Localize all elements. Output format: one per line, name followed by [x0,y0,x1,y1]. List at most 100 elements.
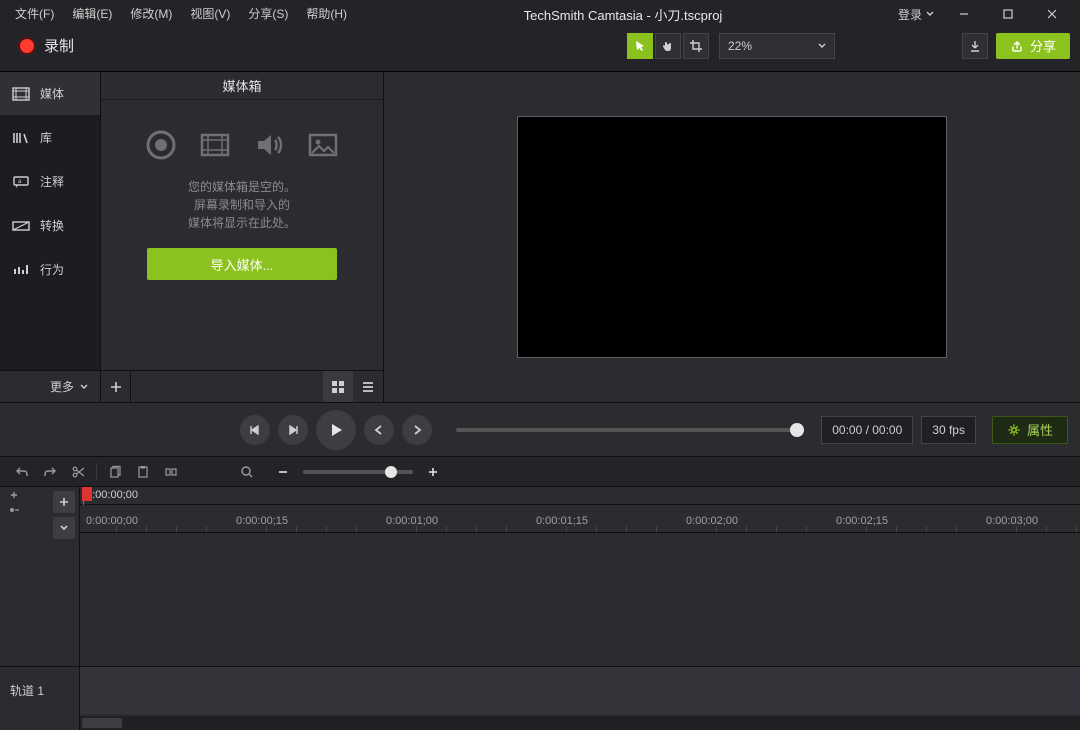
timeline-scroll-thumb[interactable] [82,718,122,728]
add-track-button[interactable] [53,491,75,513]
preview-canvas[interactable] [517,116,947,358]
redo-button[interactable] [40,462,60,482]
tool-cursor[interactable] [627,33,653,59]
menu-modify[interactable]: 修改(M) [121,0,181,28]
behavior-icon [12,263,30,277]
track-label[interactable]: 轨道 1 [0,666,79,714]
record-icon [18,37,36,55]
zoom-in-button[interactable] [423,462,443,482]
ruler-label: 0:00:02;00 [686,515,738,527]
cut-button[interactable] [68,462,88,482]
workspace: 媒体 库 a 注释 转换 行为 更多 媒体箱 [0,72,1080,402]
split-icon [164,465,178,479]
transition-icon [12,219,30,233]
tracks-area[interactable] [80,533,1080,730]
menu-view[interactable]: 视图(V) [181,0,239,28]
timeline-content[interactable]: 0:00:00;00 0:00:00;000:00:00;150:00:01;0… [80,487,1080,730]
login-label: 登录 [898,6,922,23]
login-link[interactable]: 登录 [890,6,942,23]
menu-file[interactable]: 文件(F) [6,0,63,28]
sidebar-item-label: 行为 [40,261,64,278]
undo-button[interactable] [12,462,32,482]
media-bin-panel: 媒体箱 您的媒体箱是空的。 屏幕录制和导入的 媒体将显示在此处。 导入媒体... [100,72,384,402]
empty-state-text: 您的媒体箱是空的。 屏幕录制和导入的 媒体将显示在此处。 [188,178,296,232]
marker-add-icon[interactable] [8,491,20,501]
marker-point-icon[interactable] [8,505,20,515]
menu-help[interactable]: 帮助(H) [297,0,356,28]
ruler-label: 0:00:00;15 [236,515,288,527]
import-media-button[interactable]: 导入媒体... [147,248,337,280]
next-clip-button[interactable] [402,415,432,445]
sidebar-item-annotations[interactable]: a 注释 [0,160,100,204]
hand-icon [661,39,675,53]
sidebar: 媒体 库 a 注释 转换 行为 更多 [0,72,100,402]
paste-icon [136,465,150,479]
copy-button[interactable] [105,462,125,482]
share-button[interactable]: 分享 [996,33,1070,59]
window-minimize[interactable] [942,0,986,28]
timeline-head: 0:00:00;00 [80,487,1080,505]
play-icon [327,421,345,439]
time-display: 00:00 / 00:00 [821,416,913,444]
zoom-out-button[interactable] [273,462,293,482]
crop-icon [689,39,703,53]
play-button[interactable] [316,410,356,450]
copy-icon [108,465,122,479]
view-grid-button[interactable] [323,371,353,403]
playback-bar: 00:00 / 00:00 30 fps 属性 [0,402,1080,456]
grid-icon [331,380,345,394]
window-close[interactable] [1030,0,1074,28]
collapse-tracks-button[interactable] [53,517,75,539]
clip-icon [12,87,30,101]
menu-bar: 文件(F) 编辑(E) 修改(M) 视图(V) 分享(S) 帮助(H) Tech… [0,0,1080,28]
canvas-zoom-select[interactable]: 22% [719,33,835,59]
timeline-ruler[interactable]: 0:00:00;000:00:00;150:00:01;000:00:01;15… [80,505,1080,533]
image-icon [306,128,340,162]
sidebar-item-library[interactable]: 库 [0,116,100,160]
plus-icon [58,496,70,508]
search-icon [240,465,254,479]
tool-crop[interactable] [683,33,709,59]
playhead-flag-icon [82,487,92,501]
chevron-left-icon [373,424,385,436]
record-button[interactable]: 录制 [10,31,82,60]
download-button[interactable] [962,33,988,59]
next-frame-button[interactable] [278,415,308,445]
chevron-down-icon [80,383,88,391]
playback-seek-track[interactable] [456,428,797,432]
plus-icon [109,380,123,394]
add-media-button[interactable] [101,371,131,403]
properties-button[interactable]: 属性 [992,416,1068,444]
record-circle-icon [144,128,178,162]
timeline-scrollbar[interactable] [80,716,1080,730]
timeline-zoom-knob[interactable] [385,466,397,478]
tool-hand[interactable] [655,33,681,59]
split-button[interactable] [161,462,181,482]
timeline-zoom-track[interactable] [303,470,413,474]
ruler-label: 0:00:01;00 [386,515,438,527]
sidebar-item-label: 媒体 [40,85,64,102]
menu-edit[interactable]: 编辑(E) [63,0,121,28]
sidebar-item-behaviors[interactable]: 行为 [0,248,100,292]
empty-state-icons [144,128,340,162]
redo-icon [43,465,57,479]
minus-icon [277,466,289,478]
paste-button[interactable] [133,462,153,482]
view-list-button[interactable] [353,371,383,403]
prev-clip-button[interactable] [364,415,394,445]
menu-share[interactable]: 分享(S) [239,0,297,28]
empty-line: 媒体将显示在此处。 [188,214,296,232]
plus-icon [427,466,439,478]
main-toolbar: 录制 22% 分享 [0,28,1080,72]
sidebar-item-media[interactable]: 媒体 [0,72,100,116]
window-maximize[interactable] [986,0,1030,28]
track-row[interactable] [80,666,1080,714]
sidebar-item-transitions[interactable]: 转换 [0,204,100,248]
timeline-left-gutter: 轨道 1 [0,487,80,730]
sidebar-item-label: 转换 [40,217,64,234]
prev-frame-button[interactable] [240,415,270,445]
playback-seek-knob[interactable] [790,423,804,437]
share-icon [1010,39,1024,53]
step-fwd-icon [286,423,300,437]
sidebar-more[interactable]: 更多 [0,370,100,402]
